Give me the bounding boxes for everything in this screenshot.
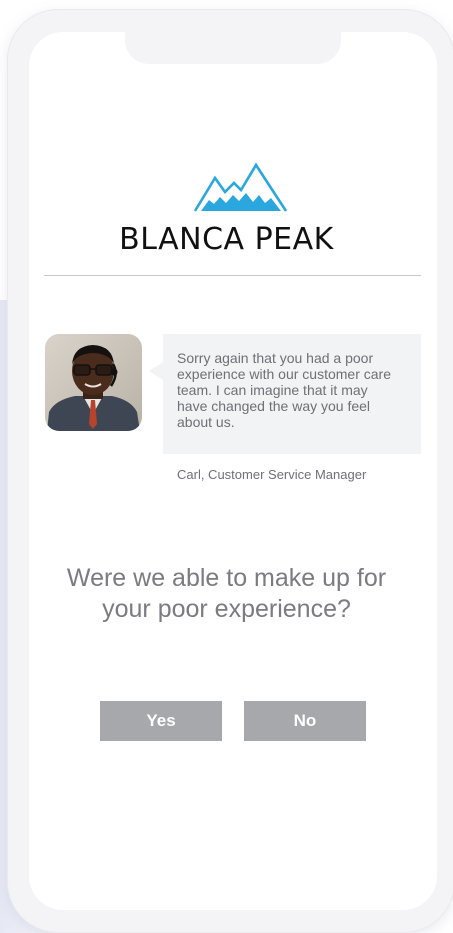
agent-message-text: Sorry again that you had a poor experien… (177, 350, 391, 430)
agent-signature: Carl, Customer Service Manager (177, 467, 367, 482)
no-button[interactable]: No (244, 701, 366, 741)
brand-name: BLANCA PEAK (119, 222, 334, 257)
agent-avatar (45, 334, 142, 431)
survey-question: Were we able to make up for your poor ex… (66, 564, 387, 623)
agent-message-bubble: Sorry again that you had a poor experien… (149, 334, 421, 454)
mountain-peaks-icon (193, 162, 288, 212)
yes-button[interactable]: Yes (100, 701, 222, 741)
phone-notch (125, 30, 341, 64)
header-divider (44, 275, 421, 276)
